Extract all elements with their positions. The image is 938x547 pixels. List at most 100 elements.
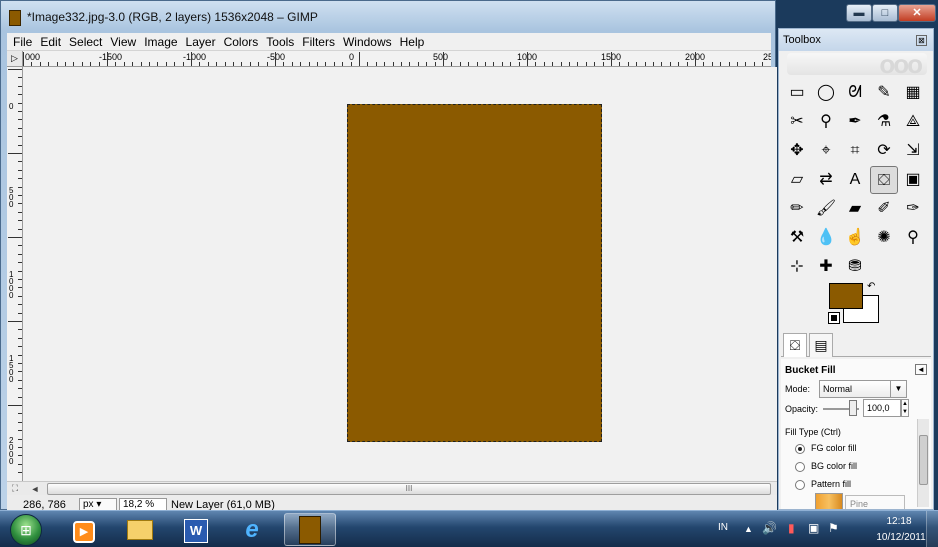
horizontal-scrollbar[interactable]: ⛶ ◄ III bbox=[7, 481, 777, 495]
ruler-tick bbox=[728, 62, 730, 66]
foreground-select-tool-icon[interactable]: ⚲ bbox=[812, 108, 840, 136]
blur-tool-icon[interactable]: 💧 bbox=[812, 224, 840, 252]
tab-layers[interactable]: ▤ bbox=[809, 333, 833, 357]
horizontal-ruler[interactable]: 000 -1500 -1000 -500 0 500 1000 1500 200… bbox=[7, 51, 771, 67]
ellipse-select-tool-icon[interactable]: ◯ bbox=[812, 79, 840, 107]
perspective-clone-tool-icon[interactable]: ⛃ bbox=[841, 253, 869, 281]
vertical-ruler[interactable]: 0 500 1000 1500 2000 bbox=[7, 67, 23, 481]
navigate-icon[interactable]: ⛶ bbox=[7, 482, 23, 496]
magnify-tool-icon[interactable]: ⚲ bbox=[899, 224, 927, 252]
airbrush-tool-icon[interactable]: ✐ bbox=[870, 195, 898, 223]
scroll-thumb[interactable]: III bbox=[47, 483, 771, 495]
clock-time[interactable]: 12:18 bbox=[874, 516, 924, 527]
opacity-field[interactable]: 100,0 bbox=[863, 399, 901, 417]
ruler-tick bbox=[426, 62, 428, 66]
text-tool-icon[interactable]: A bbox=[841, 166, 869, 194]
device-icon[interactable]: ▣ bbox=[808, 521, 819, 535]
options-scrollbar[interactable] bbox=[917, 419, 929, 507]
smudge-tool-icon[interactable]: ☝ bbox=[841, 224, 869, 252]
menu-layer[interactable]: Layer bbox=[182, 33, 220, 51]
show-desktop-button[interactable] bbox=[926, 511, 938, 547]
menu-edit[interactable]: Edit bbox=[36, 33, 65, 51]
options-scroll-thumb[interactable] bbox=[919, 435, 928, 485]
canvas[interactable] bbox=[23, 67, 777, 481]
hruler-label: 000 bbox=[25, 52, 41, 62]
clock-date[interactable]: 10/12/2011 bbox=[872, 532, 930, 543]
pencil-tool-icon[interactable]: ✏ bbox=[783, 195, 811, 223]
tab-menu-icon[interactable]: ◄ bbox=[915, 364, 927, 375]
scale-tool-icon[interactable]: ⇲ bbox=[899, 137, 927, 165]
eraser-tool-icon[interactable]: ▰ bbox=[841, 195, 869, 223]
align-tool-icon[interactable]: ⌖ bbox=[812, 137, 840, 165]
taskbar-word[interactable]: W bbox=[170, 513, 222, 546]
ruler-tick bbox=[653, 62, 654, 66]
ink-tool-icon[interactable]: ✑ bbox=[899, 195, 927, 223]
quick-mask-toggle[interactable]: ▷ bbox=[7, 51, 23, 67]
menu-bar: File Edit Select View Image Layer Colors Tools F… bbox=[7, 33, 771, 51]
cage-transform-tool-icon[interactable]: ⊹ bbox=[783, 253, 811, 281]
bucket-fill-tool-icon[interactable]: ⛋ bbox=[870, 166, 898, 194]
title-bar[interactable]: *Image332.jpg-3.0 (RGB, 2 layers) 1536x2… bbox=[1, 1, 775, 33]
perspective-tool-icon[interactable]: ⇄ bbox=[812, 166, 840, 194]
taskbar-gimp[interactable] bbox=[284, 513, 336, 546]
ruler-tick bbox=[18, 472, 22, 474]
swap-colors-icon[interactable]: ↶ bbox=[867, 281, 875, 292]
maximize-button[interactable]: □ bbox=[872, 4, 898, 22]
rotate-tool-icon[interactable]: ⟳ bbox=[870, 137, 898, 165]
menu-select[interactable]: Select bbox=[65, 33, 106, 51]
vruler-label: 1000 bbox=[9, 270, 14, 300]
menu-file[interactable]: File bbox=[9, 33, 36, 51]
color-select-tool-icon[interactable]: ▦ bbox=[899, 79, 927, 107]
action-center-flag-icon[interactable]: ⚑ bbox=[828, 521, 839, 535]
volume-icon[interactable]: 🔊 bbox=[762, 521, 777, 535]
pattern-preview[interactable] bbox=[815, 493, 843, 509]
crop-tool-icon[interactable]: ⌗ bbox=[841, 137, 869, 165]
shear-tool-icon[interactable]: ▱ bbox=[783, 166, 811, 194]
opacity-slider-handle[interactable] bbox=[849, 400, 857, 416]
mode-select[interactable]: Normal ▼ bbox=[819, 380, 907, 398]
close-icon: ✕ bbox=[912, 7, 922, 19]
foreground-color-swatch[interactable] bbox=[829, 283, 863, 309]
toolbox-close-icon[interactable]: ⊠ bbox=[916, 35, 927, 46]
fuzzy-select-tool-icon[interactable]: ✎ bbox=[870, 79, 898, 107]
opacity-spinner[interactable]: ▲ ▼ bbox=[901, 399, 909, 417]
zoom-measure-tool-icon[interactable]: ⟁ bbox=[899, 108, 927, 136]
menu-help[interactable]: Help bbox=[396, 33, 429, 51]
taskbar-explorer[interactable] bbox=[114, 513, 166, 546]
image-layer[interactable] bbox=[347, 104, 602, 442]
menu-view[interactable]: View bbox=[106, 33, 140, 51]
pattern-fill-radio[interactable] bbox=[795, 480, 805, 490]
move-tool-icon[interactable]: ✥ bbox=[783, 137, 811, 165]
dodge-burn-tool-icon[interactable]: ✺ bbox=[870, 224, 898, 252]
taskbar-internet-explorer[interactable]: e bbox=[226, 513, 278, 546]
ruler-tick bbox=[191, 52, 192, 66]
clone-tool-icon[interactable]: ⚒ bbox=[783, 224, 811, 252]
scroll-left-arrow-icon[interactable]: ◄ bbox=[29, 483, 41, 495]
menu-image[interactable]: Image bbox=[140, 33, 181, 51]
close-button[interactable]: ✕ bbox=[898, 4, 936, 22]
menu-windows[interactable]: Windows bbox=[339, 33, 396, 51]
blend-tool-icon[interactable]: ▣ bbox=[899, 166, 927, 194]
reset-colors-icon[interactable] bbox=[828, 312, 840, 324]
menu-tools[interactable]: Tools bbox=[262, 33, 298, 51]
rect-select-tool-icon[interactable]: ▭ bbox=[783, 79, 811, 107]
menu-colors[interactable]: Colors bbox=[220, 33, 263, 51]
language-indicator[interactable]: IN bbox=[718, 522, 728, 533]
taskbar-media-player[interactable]: ▶ bbox=[58, 513, 110, 546]
show-hidden-icons-icon[interactable]: ▲ bbox=[744, 524, 753, 534]
tab-tool-options[interactable]: ⛋ bbox=[783, 333, 807, 357]
network-icon[interactable]: ▮ bbox=[788, 521, 795, 535]
ruler-tick bbox=[18, 85, 22, 87]
color-picker-tool-icon[interactable]: ⚗ bbox=[870, 108, 898, 136]
paths-tool-icon[interactable]: ✒ bbox=[841, 108, 869, 136]
menu-filters[interactable]: Filters bbox=[298, 33, 339, 51]
minimize-button[interactable]: ▬ bbox=[846, 4, 872, 22]
heal-tool-icon[interactable]: ✚ bbox=[812, 253, 840, 281]
fg-color-fill-radio[interactable] bbox=[795, 444, 805, 454]
start-button[interactable]: ⊞ bbox=[10, 514, 42, 546]
bg-color-fill-radio[interactable] bbox=[795, 462, 805, 472]
toolbox-title-bar[interactable]: Toolbox ⊠ bbox=[779, 29, 933, 51]
free-select-tool-icon[interactable]: ᘛ bbox=[841, 79, 869, 107]
scissors-tool-icon[interactable]: ✂ bbox=[783, 108, 811, 136]
paintbrush-tool-icon[interactable]: 🖌 bbox=[812, 195, 840, 223]
